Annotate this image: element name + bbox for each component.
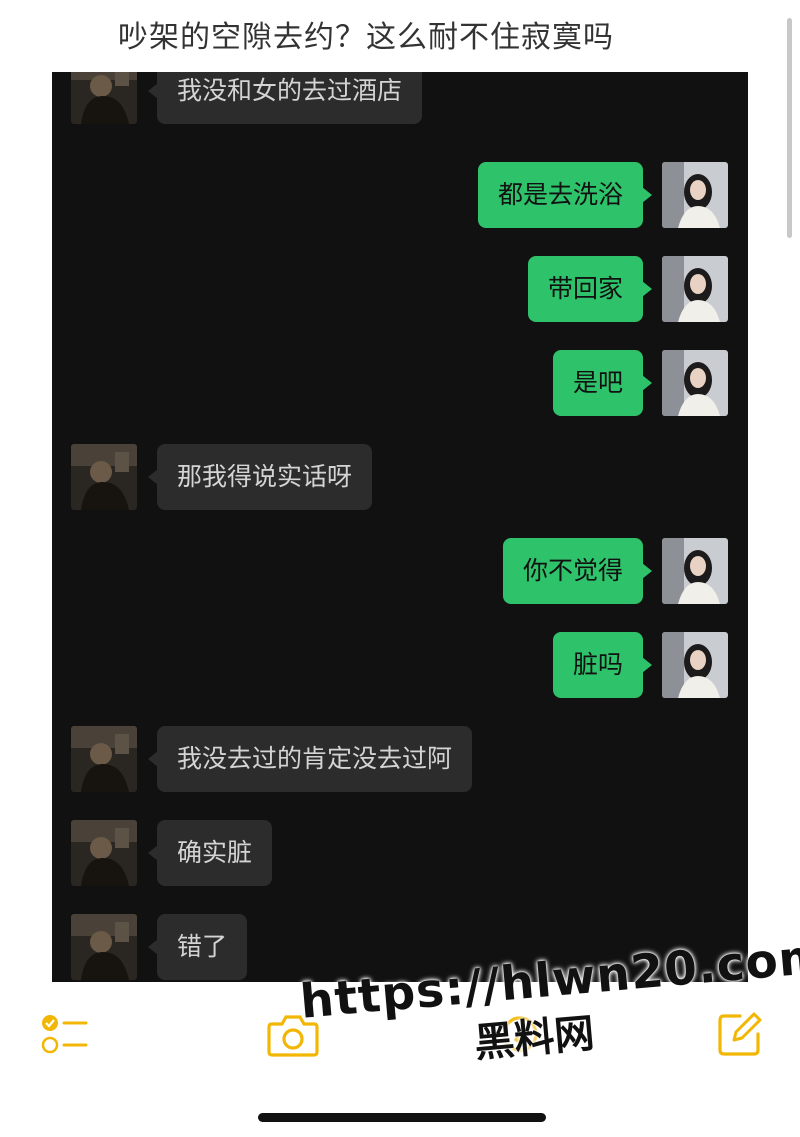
message-row: 我没和女的去过酒店 (52, 72, 748, 138)
chat-bubble-text: 脏吗 (552, 632, 653, 698)
message-row: 我没去过的肯定没去过阿 (52, 726, 748, 792)
chat-bubble-text: 是吧 (552, 350, 653, 416)
chat-bubble-text: 确实脏 (147, 820, 273, 886)
message-row: 确实脏 (52, 820, 748, 886)
male-avatar (71, 726, 137, 792)
scrollbar[interactable] (787, 18, 792, 238)
chat-bubble-text: 你不觉得 (502, 538, 653, 604)
message-row: 都是去洗浴 (52, 162, 748, 228)
female-avatar (662, 350, 728, 416)
male-avatar (71, 820, 137, 886)
message-row: 脏吗 (52, 632, 748, 698)
message-row: 你不觉得 (52, 538, 748, 604)
female-avatar (662, 538, 728, 604)
female-avatar (662, 632, 728, 698)
male-avatar (71, 444, 137, 510)
chat-bubble-text: 带回家 (527, 256, 653, 322)
female-avatar (662, 256, 728, 322)
female-avatar (662, 162, 728, 228)
home-indicator[interactable] (258, 1113, 546, 1122)
checklist-icon[interactable] (40, 1012, 90, 1062)
chat-bubble-text: 都是去洗浴 (477, 162, 653, 228)
message-row: 是吧 (52, 350, 748, 416)
male-avatar (71, 914, 137, 980)
chat-screenshot: 我没和女的去过酒店 都是去洗浴 带回家 是吧 那我得说实话呀 你不觉得 脏吗 我… (52, 72, 748, 982)
message-row: 带回家 (52, 256, 748, 322)
note-title: 吵架的空隙去约？这么耐不住寂寞吗 (118, 20, 614, 55)
chat-bubble-text: 我没去过的肯定没去过阿 (147, 726, 473, 792)
message-row: 那我得说实话呀 (52, 444, 748, 510)
chat-bubble-text: 错了 (147, 914, 248, 980)
male-avatar (71, 72, 137, 124)
chat-bubble-text: 我没和女的去过酒店 (147, 72, 423, 124)
chat-bubble-text: 那我得说实话呀 (147, 444, 373, 510)
